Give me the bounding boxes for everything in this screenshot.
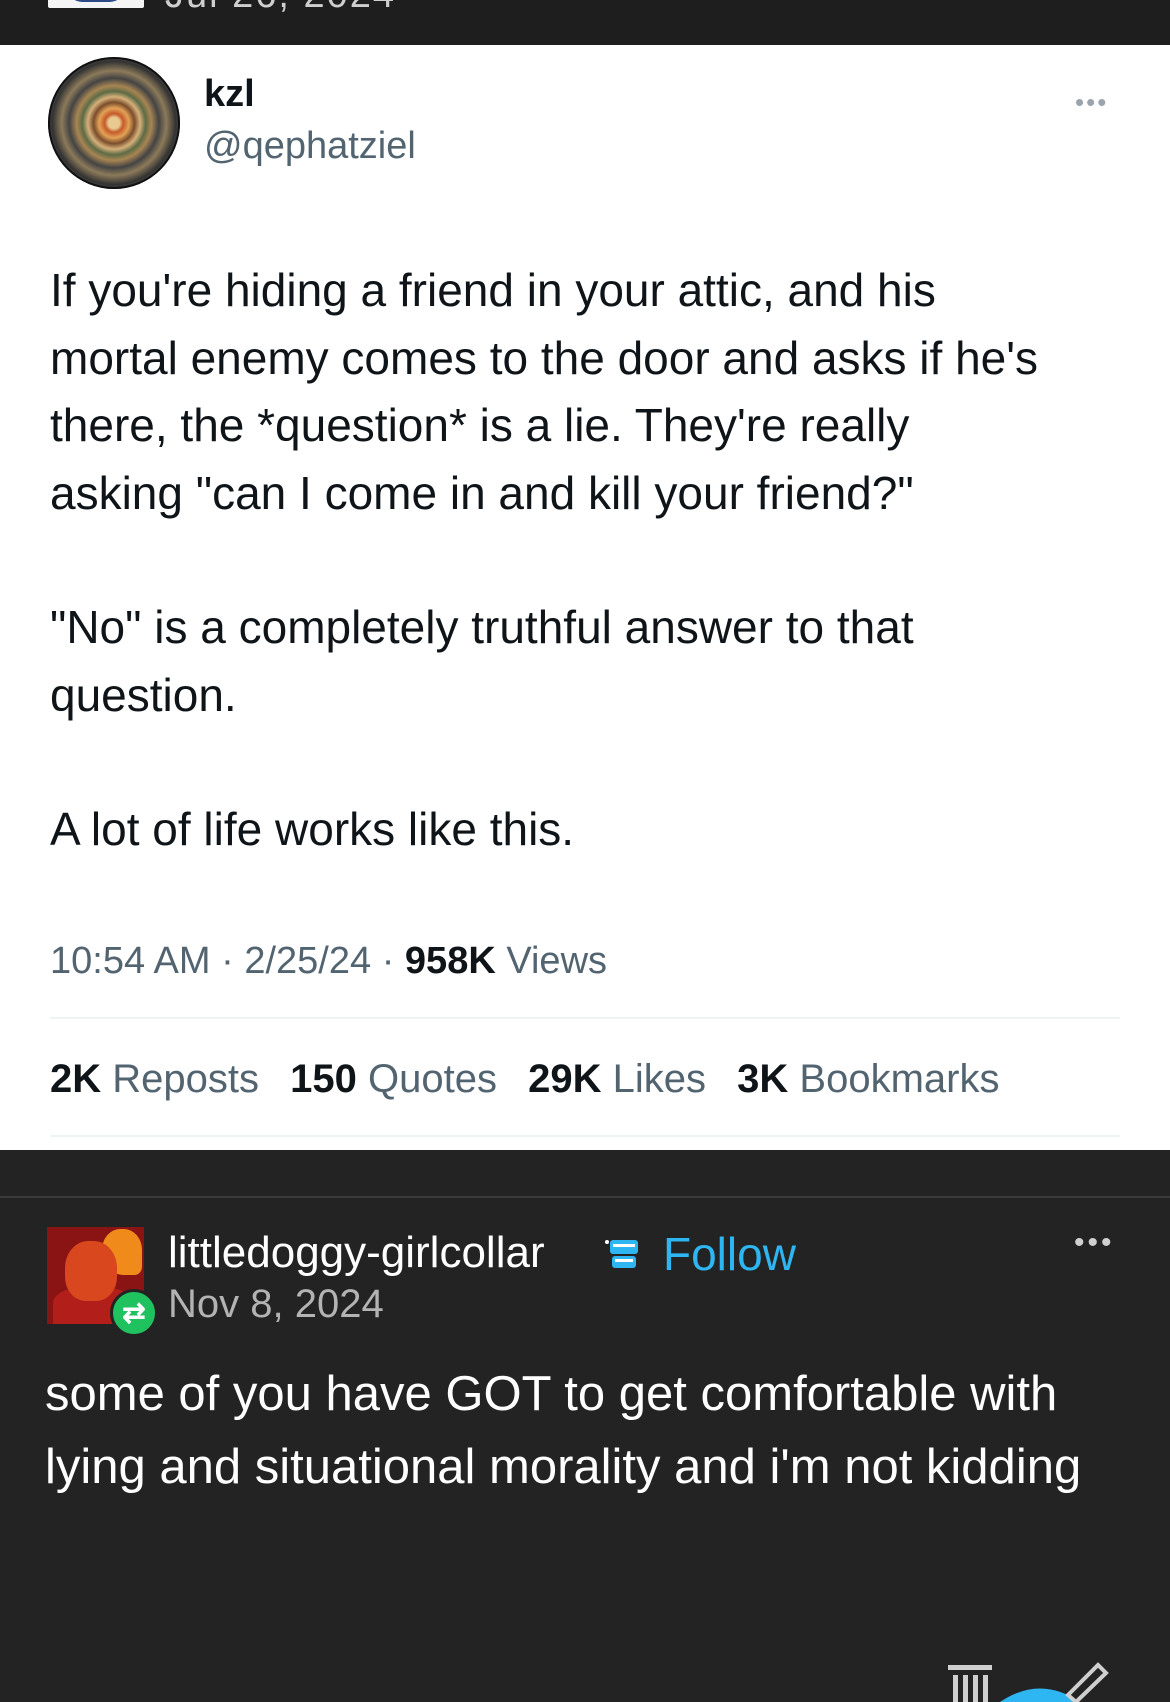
reblog-icon: ⇄	[110, 1289, 158, 1337]
badge-icon	[605, 1240, 638, 1268]
tweet-author-name: kzl	[204, 73, 255, 115]
more-options-icon[interactable]: •••	[1074, 1226, 1115, 1260]
edit-icon[interactable]	[1065, 1662, 1109, 1702]
post-separator	[0, 1196, 1170, 1198]
tweet-metadata: 10:54 AM · 2/25/24 · 958K Views	[50, 940, 607, 983]
tweet-text: If you're hiding a friend in your attic,…	[50, 257, 1130, 931]
tweet-time: 10:54 AM	[50, 940, 211, 982]
divider	[50, 1135, 1120, 1137]
previous-avatar	[48, 0, 144, 8]
tweet-date: 2/25/24	[244, 940, 372, 982]
stat-reposts: 2K Reposts	[50, 1057, 260, 1101]
follow-button[interactable]: Follow	[663, 1227, 796, 1281]
post-actions	[948, 1662, 1109, 1702]
tweet-paragraph: If you're hiding a friend in your attic,…	[50, 264, 1039, 519]
views-count: 958K	[404, 940, 496, 982]
tweet-paragraph: A lot of life works like this.	[50, 803, 575, 855]
more-options-icon: •••	[1075, 87, 1109, 117]
tweet-stats: 2K Reposts 150 Quotes 29K Likes 3K Bookm…	[50, 1057, 1019, 1102]
divider	[50, 1017, 1120, 1019]
meta-separator: ·	[381, 940, 395, 982]
stat-bookmarks: 3K Bookmarks	[737, 1057, 1000, 1101]
tweet-author-handle: @qephatziel	[204, 125, 416, 167]
meta-separator: ·	[221, 940, 234, 982]
previous-post-date: Jul 26, 2024	[165, 0, 396, 17]
post-date: Nov 8, 2024	[168, 1282, 384, 1326]
tweet-avatar	[48, 57, 180, 189]
tweet-paragraph: "No" is a completely truthful answer to …	[50, 601, 914, 721]
previous-post-strip: Jul 26, 2024	[0, 0, 1170, 45]
embedded-tweet: kzl @qephatziel ••• If you're hiding a f…	[0, 45, 1170, 1150]
reblog-text: some of you have GOT to get comfortable …	[45, 1367, 1082, 1494]
blog-username[interactable]: littledoggy-girlcollar	[168, 1228, 545, 1278]
views-label: Views	[506, 940, 608, 982]
stat-quotes: 150 Quotes	[290, 1057, 497, 1101]
delete-icon[interactable]	[948, 1665, 992, 1702]
stat-likes: 29K Likes	[528, 1057, 707, 1101]
